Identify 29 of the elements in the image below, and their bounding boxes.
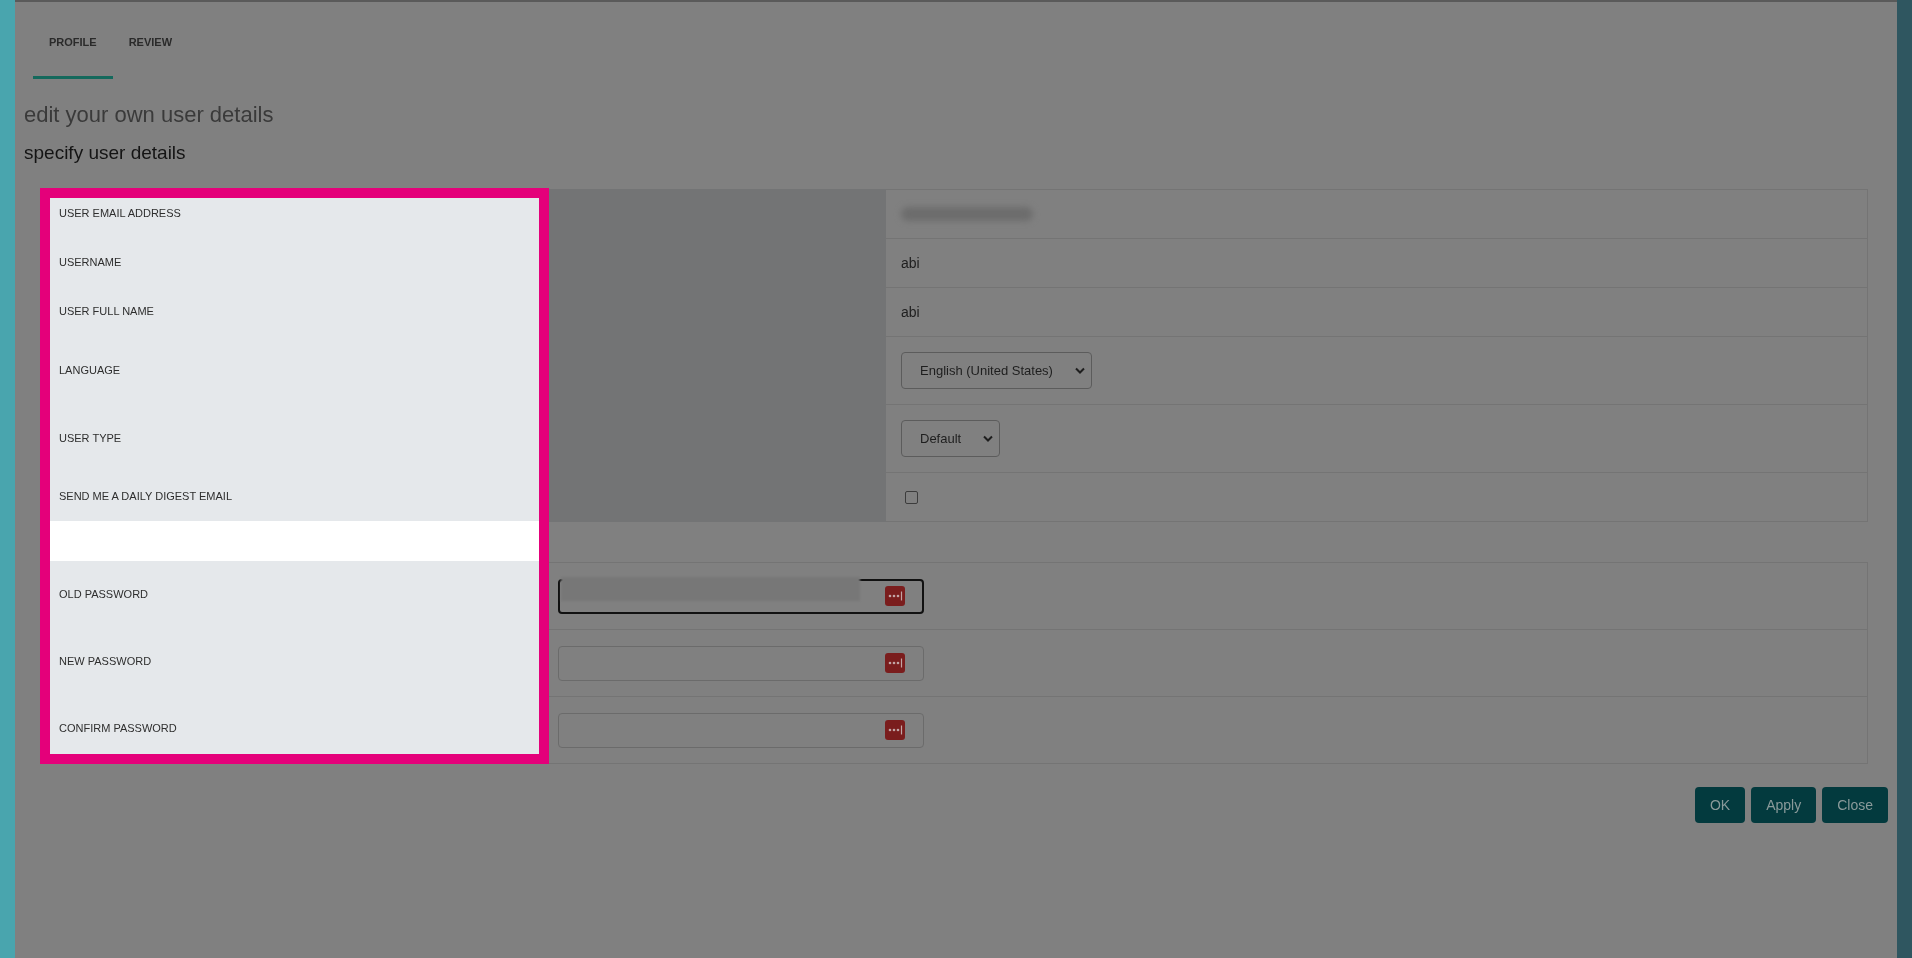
- password-field[interactable]: [558, 578, 924, 614]
- password-dots-icon: [885, 653, 905, 673]
- field-value: abi: [901, 253, 920, 273]
- page-heading: edit your own user details: [24, 101, 274, 129]
- tab[interactable]: PROFILE: [33, 2, 113, 79]
- password-dots-icon: [885, 586, 905, 606]
- dropdown[interactable]: Default: [901, 420, 1001, 457]
- field-value: abi: [901, 302, 920, 322]
- tab[interactable]: REVIEW: [112, 2, 189, 79]
- chevron-down-icon: [1074, 367, 1085, 374]
- field-label: USER TYPE: [59, 430, 122, 446]
- dialog-button[interactable]: OK: [1694, 787, 1746, 823]
- password-dots-icon: [885, 720, 905, 740]
- field-label: LANGUAGE: [59, 362, 121, 378]
- field-label: USER FULL NAME: [59, 304, 154, 320]
- section-heading: specify user details: [24, 141, 186, 165]
- password-field[interactable]: [558, 712, 924, 748]
- field-label: SEND ME A DAILY DIGEST EMAIL: [59, 489, 232, 505]
- dialog-button[interactable]: Close: [1822, 787, 1888, 823]
- field-label: USERNAME: [59, 255, 122, 271]
- field-label: NEW PASSWORD: [59, 654, 152, 670]
- chevron-down-icon: [983, 435, 994, 442]
- dropdown[interactable]: English (United States): [901, 352, 1092, 389]
- field-label: USER EMAIL ADDRESS: [59, 206, 181, 222]
- checkbox[interactable]: [905, 490, 918, 504]
- field-label: OLD PASSWORD: [59, 587, 149, 603]
- password-field[interactable]: [558, 645, 924, 681]
- field-label: CONFIRM PASSWORD: [59, 721, 177, 737]
- dialog-button[interactable]: Apply: [1751, 787, 1817, 823]
